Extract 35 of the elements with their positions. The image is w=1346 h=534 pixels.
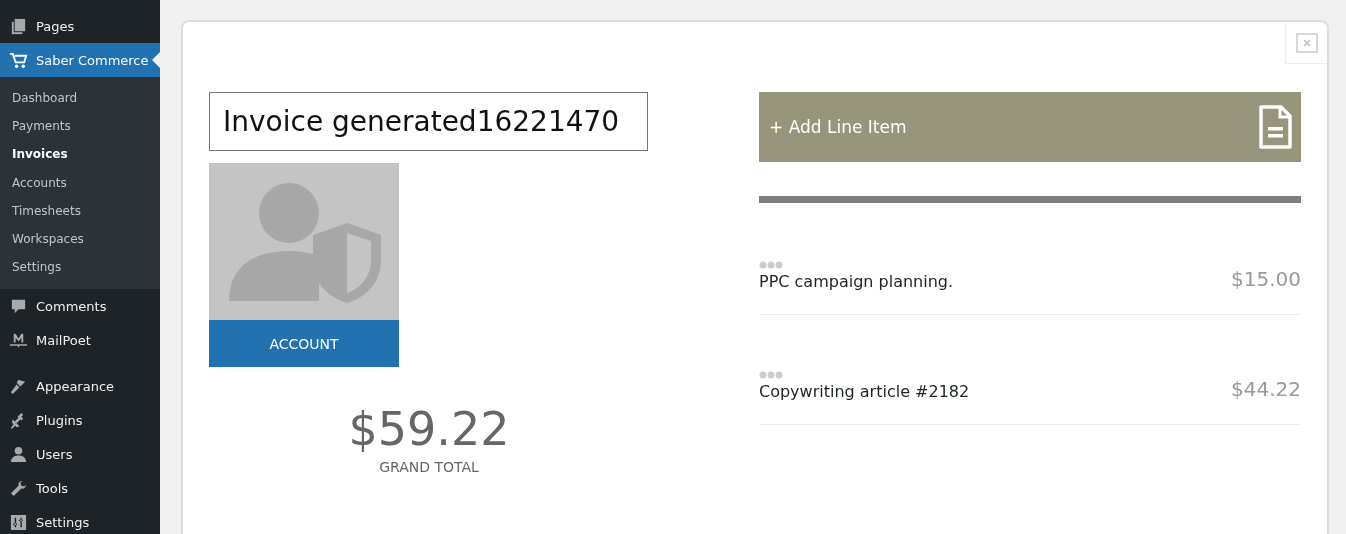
submenu-item[interactable]: Timesheets	[0, 196, 160, 225]
document-icon	[1258, 105, 1292, 149]
sidebar-item[interactable]: Settings	[0, 505, 160, 534]
line-item-title: PPC campaign planning.	[759, 272, 954, 291]
sidebar-item[interactable]: Pages	[0, 9, 160, 43]
line-item-amount: $44.22	[1231, 377, 1301, 401]
sidebar-item[interactable]: Plugins	[0, 403, 160, 438]
submenu-item[interactable]: Dashboard	[0, 84, 160, 113]
sidebar-item[interactable]: Users	[0, 437, 160, 472]
close-icon	[1295, 32, 1318, 53]
user-icon	[9, 444, 28, 464]
sidebar-item[interactable]: Saber Commerce	[0, 43, 160, 77]
submenu-item[interactable]: Accounts	[0, 168, 160, 197]
submenu-item[interactable]: Payments	[0, 112, 160, 141]
user-shield-icon	[209, 163, 399, 320]
dots-icon[interactable]	[759, 371, 783, 379]
submenu-item[interactable]: Workspaces	[0, 224, 160, 254]
sidebar-item[interactable]: Tools	[0, 471, 160, 506]
invoice-title-field[interactable]: Invoice generated16221470	[209, 92, 648, 151]
close-button[interactable]	[1285, 22, 1327, 64]
pages-icon	[9, 16, 28, 36]
line-item-amount: $15.00	[1231, 267, 1301, 291]
sidebar-item[interactable]: MailPoet	[0, 323, 160, 358]
submenu-item[interactable]: Settings	[0, 253, 160, 282]
account-button[interactable]: ACCOUNT	[209, 320, 399, 367]
sidebar-item[interactable]: Comments	[0, 289, 160, 324]
line-item-title: Copywriting article #2182	[759, 382, 970, 401]
grand-total-amount: $59.22	[348, 401, 510, 457]
cart-icon	[9, 50, 28, 70]
sidebar-item[interactable]: Appearance	[0, 369, 160, 404]
wrench-icon	[9, 478, 28, 498]
submenu-item[interactable]: Invoices	[0, 140, 160, 169]
dots-icon[interactable]	[759, 261, 783, 269]
grand-total-label: GRAND TOTAL	[379, 459, 479, 475]
sliders-icon	[9, 512, 28, 532]
